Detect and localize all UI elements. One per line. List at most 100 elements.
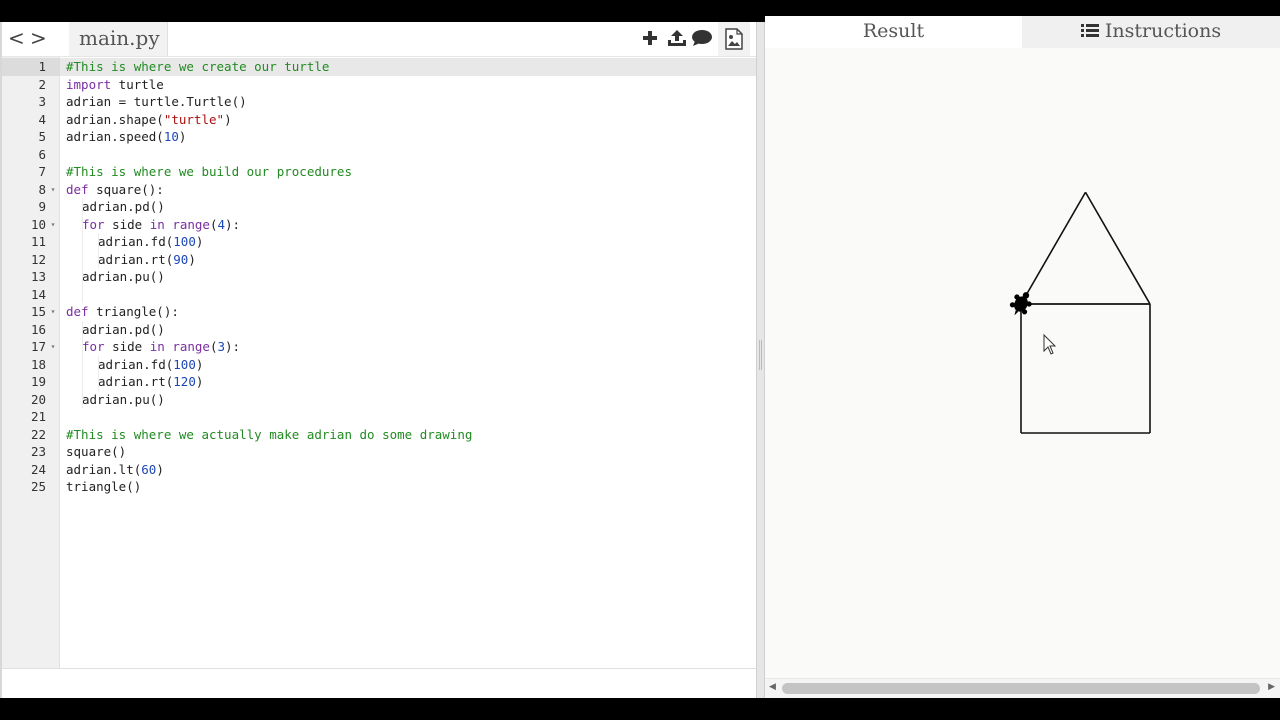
splitter-grip[interactable] <box>759 340 762 370</box>
code-line[interactable]: 10 ▾ for side in range(4): <box>2 215 756 234</box>
indent-guide <box>98 250 99 268</box>
code-text: adrian.pd() <box>60 198 165 216</box>
code-area[interactable]: 1 #This is where we create our turtle 2 imp… <box>2 56 756 668</box>
code-line[interactable]: 5 adrian.speed(10) <box>2 128 756 146</box>
fold-arrow-icon[interactable]: ▾ <box>46 303 60 321</box>
scroll-left-icon[interactable]: ◀ <box>769 682 776 692</box>
code-token: def <box>66 304 89 319</box>
code-line[interactable]: 8 ▾ def square(): <box>2 181 756 199</box>
code-token: for <box>82 339 105 354</box>
code-token: ): <box>225 216 241 232</box>
code-text: adrian.pd() <box>60 321 165 339</box>
code-token: adrian.speed( <box>66 129 164 144</box>
code-text: def triangle(): <box>60 303 179 321</box>
scroll-right-icon[interactable]: ▶ <box>1268 682 1275 692</box>
code-token: adrian.lt( <box>66 461 142 477</box>
code-line[interactable]: 4 adrian.shape("turtle") <box>2 111 756 129</box>
line-number: 5 <box>38 129 46 144</box>
file-tab-main-py[interactable]: main.py <box>69 22 168 56</box>
code-line[interactable]: 1 #This is where we create our turtle <box>2 58 756 76</box>
indent-guide <box>82 320 83 338</box>
code-token: 10 <box>163 129 179 144</box>
code-line[interactable]: 3 adrian = turtle.Turtle() <box>2 93 756 111</box>
code-token: adrian.shape( <box>66 111 164 127</box>
result-pane: Result Instructions ◀ ▶ <box>765 16 1280 698</box>
code-line[interactable]: 21 <box>2 408 756 426</box>
next-file-icon[interactable]: > <box>30 26 47 50</box>
code-line[interactable]: 2 import turtle <box>2 76 756 94</box>
code-token: 90 <box>173 251 189 267</box>
code-line[interactable]: 11 adrian.fd(100) <box>2 233 756 251</box>
plus-icon[interactable] <box>640 24 660 52</box>
code-line[interactable]: 18 adrian.fd(100) <box>2 355 756 373</box>
code-token: triangle() <box>66 479 142 494</box>
horizontal-scrollbar[interactable]: ◀ ▶ <box>765 678 1280 698</box>
fold-arrow-icon[interactable]: ▾ <box>46 181 60 199</box>
code-token: turtle <box>111 76 164 92</box>
code-line[interactable]: 13 adrian.pu() <box>2 268 756 286</box>
drawn-line-segment <box>1084 191 1151 305</box>
line-number: 1 <box>38 59 46 74</box>
code-line[interactable]: 6 <box>2 146 756 164</box>
code-line[interactable]: 14 <box>2 285 756 304</box>
indent-guide <box>82 390 83 408</box>
code-token: ) <box>195 356 204 372</box>
indent-guide <box>82 355 83 373</box>
code-line[interactable]: 25 triangle() <box>2 478 756 496</box>
code-line[interactable]: 15 ▾ def triangle(): <box>2 303 756 321</box>
tab-instructions-label: Instructions <box>1104 20 1222 42</box>
code-text: adrian.pu() <box>60 391 165 409</box>
code-line[interactable]: 24 adrian.lt(60) <box>2 461 756 479</box>
code-line[interactable]: 9 adrian.pd() <box>2 198 756 216</box>
code-token: side <box>104 339 150 354</box>
pane-splitter[interactable] <box>756 22 765 698</box>
upload-icon[interactable] <box>666 24 688 52</box>
fold-arrow-icon[interactable]: ▾ <box>46 338 60 356</box>
code-line[interactable]: 7 #This is where we build our procedures <box>2 163 756 181</box>
code-token: 4 <box>217 216 226 232</box>
code-line[interactable]: 20 adrian.pu() <box>2 390 756 409</box>
code-line[interactable]: 16 adrian.pd() <box>2 320 756 339</box>
code-token: adrian.rt( <box>98 374 174 389</box>
code-token: import <box>66 76 112 92</box>
previous-file-icon[interactable]: < <box>8 26 25 50</box>
comment-icon[interactable] <box>690 24 714 52</box>
fold-arrow-icon[interactable]: ▾ <box>46 216 60 234</box>
line-number: 19 <box>30 374 46 389</box>
code-token: #This is where we create our turtle <box>66 59 330 74</box>
scrollbar-thumb[interactable] <box>782 683 1260 694</box>
line-number: 20 <box>30 391 46 407</box>
code-line[interactable]: 19 adrian.rt(120) <box>2 373 756 391</box>
indent-guide <box>82 198 83 216</box>
code-text: #This is where we build our procedures <box>60 163 352 181</box>
turtle-canvas[interactable] <box>765 48 1280 678</box>
code-line[interactable]: 23 square() <box>2 443 756 461</box>
code-text: for side in range(4): <box>60 216 240 234</box>
code-token: adrian.rt( <box>98 251 174 267</box>
line-number: 7 <box>38 164 46 179</box>
line-number: 2 <box>38 76 46 92</box>
image-file-icon[interactable] <box>718 22 750 56</box>
tab-instructions[interactable]: Instructions <box>1022 16 1280 48</box>
code-token: 100 <box>173 356 196 372</box>
code-line[interactable]: 12 adrian.rt(90) <box>2 250 756 269</box>
code-line[interactable]: 17 ▾ for side in range(3): <box>2 338 756 356</box>
line-number: 18 <box>30 356 46 372</box>
code-text: adrian = turtle.Turtle() <box>60 93 247 111</box>
tab-result[interactable]: Result <box>765 16 1022 48</box>
code-line[interactable]: 22 #This is where we actually make adrian… <box>2 426 756 444</box>
code-token: in <box>149 216 165 232</box>
code-token: ( <box>209 339 218 354</box>
line-number: 25 <box>30 479 46 494</box>
indent-guide <box>82 233 83 251</box>
code-token: square() <box>66 444 127 459</box>
indent-guide <box>82 250 83 268</box>
